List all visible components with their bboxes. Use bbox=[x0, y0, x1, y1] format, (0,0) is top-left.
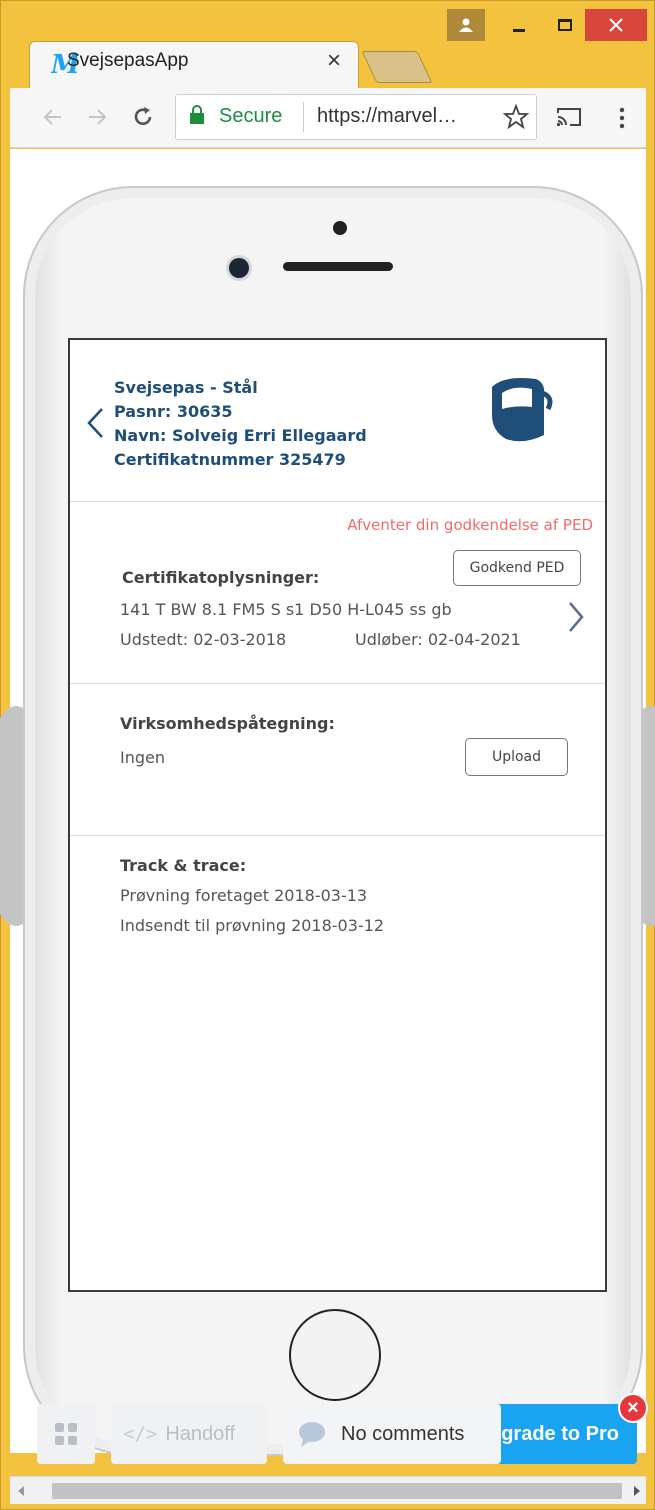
close-icon bbox=[609, 18, 623, 32]
scroll-left-arrow[interactable] bbox=[18, 1486, 24, 1496]
chevron-right-icon[interactable] bbox=[566, 600, 586, 634]
lock-icon bbox=[190, 105, 204, 124]
secure-label: Secure bbox=[219, 105, 283, 127]
back-icon[interactable] bbox=[41, 105, 65, 129]
maximize-button[interactable] bbox=[547, 9, 583, 41]
handoff-button[interactable]: </> Handoff bbox=[111, 1404, 267, 1464]
handoff-label: Handoff bbox=[165, 1422, 236, 1445]
horizontal-scrollbar[interactable] bbox=[10, 1476, 646, 1504]
upgrade-label: grade to Pro bbox=[501, 1422, 619, 1445]
tab-title: SvejsepasApp bbox=[67, 50, 189, 71]
certificate-number: Certifikatnummer 325479 bbox=[114, 450, 346, 469]
company-label: Virksomhedspåtegning: bbox=[120, 714, 335, 733]
issued-date: Udstedt: 02-03-2018 bbox=[120, 630, 287, 649]
certificate-label: Certifikatoplysninger: bbox=[122, 568, 320, 587]
omnibox-divider bbox=[303, 102, 304, 132]
upgrade-close-badge[interactable]: × bbox=[618, 1393, 648, 1423]
cast-icon[interactable] bbox=[556, 105, 582, 129]
tracking-section: Track & trace: Prøvning foretaget 2018-0… bbox=[70, 836, 605, 1036]
url-text[interactable]: https://marvel… bbox=[317, 105, 457, 128]
user-icon bbox=[459, 18, 473, 32]
comments-button[interactable]: No comments bbox=[283, 1404, 501, 1464]
pass-number: Pasnr: 30635 bbox=[114, 402, 233, 421]
expiry-date: Udløber: 02-04-2021 bbox=[355, 630, 521, 649]
phone-camera bbox=[229, 258, 249, 278]
profile-button[interactable] bbox=[447, 9, 485, 41]
pass-title: Svejsepas - Stål bbox=[114, 378, 258, 397]
tracking-label: Track & trace: bbox=[120, 856, 247, 875]
close-window-button[interactable] bbox=[585, 9, 647, 41]
certificate-code: 141 T BW 8.1 FM5 S s1 D50 H-L045 ss gb bbox=[120, 600, 452, 619]
chevron-left-icon[interactable] bbox=[84, 406, 106, 440]
phone-sensor bbox=[333, 221, 347, 235]
upload-button[interactable]: Upload bbox=[465, 738, 568, 776]
comment-bubble-icon bbox=[299, 1422, 325, 1447]
welding-helmet-icon bbox=[492, 378, 553, 442]
minimize-button[interactable] bbox=[501, 9, 537, 41]
scroll-thumb[interactable] bbox=[52, 1483, 622, 1499]
grid-icon bbox=[55, 1423, 77, 1445]
new-tab-button[interactable] bbox=[361, 51, 433, 83]
holder-name: Navn: Solveig Erri Ellegaard bbox=[114, 426, 367, 445]
comments-label: No comments bbox=[341, 1422, 465, 1445]
home-button[interactable] bbox=[289, 1309, 381, 1401]
tracking-event: Prøvning foretaget 2018-03-13 bbox=[120, 886, 368, 905]
tab-close-button[interactable]: × bbox=[327, 47, 341, 75]
forward-icon[interactable] bbox=[85, 105, 109, 129]
company-section: Virksomhedspåtegning: Ingen Upload bbox=[70, 684, 605, 836]
pass-header: Svejsepas - Stål Pasnr: 30635 Navn: Solv… bbox=[70, 340, 605, 502]
reload-icon[interactable] bbox=[131, 105, 155, 129]
browser-window: M SvejsepasApp × Secure https://marvel… … bbox=[0, 0, 655, 1510]
approve-ped-button[interactable]: Godkend PED bbox=[453, 550, 581, 586]
menu-dots-icon[interactable] bbox=[617, 105, 627, 131]
ped-status: Afventer din godkendelse af PED bbox=[347, 516, 593, 534]
company-value: Ingen bbox=[120, 748, 165, 767]
star-icon[interactable] bbox=[503, 104, 529, 130]
grid-menu-button[interactable] bbox=[37, 1404, 95, 1464]
minimize-icon bbox=[513, 28, 525, 32]
tracking-event: Indsendt til prøvning 2018-03-12 bbox=[120, 916, 385, 935]
certificate-section: Afventer din godkendelse af PED Godkend … bbox=[70, 502, 605, 684]
phone-speaker bbox=[283, 262, 393, 271]
maximize-icon bbox=[558, 19, 572, 31]
scroll-right-arrow[interactable] bbox=[634, 1486, 640, 1496]
app-screen: Svejsepas - Stål Pasnr: 30635 Navn: Solv… bbox=[68, 338, 607, 1292]
code-icon: </> bbox=[123, 1423, 158, 1445]
